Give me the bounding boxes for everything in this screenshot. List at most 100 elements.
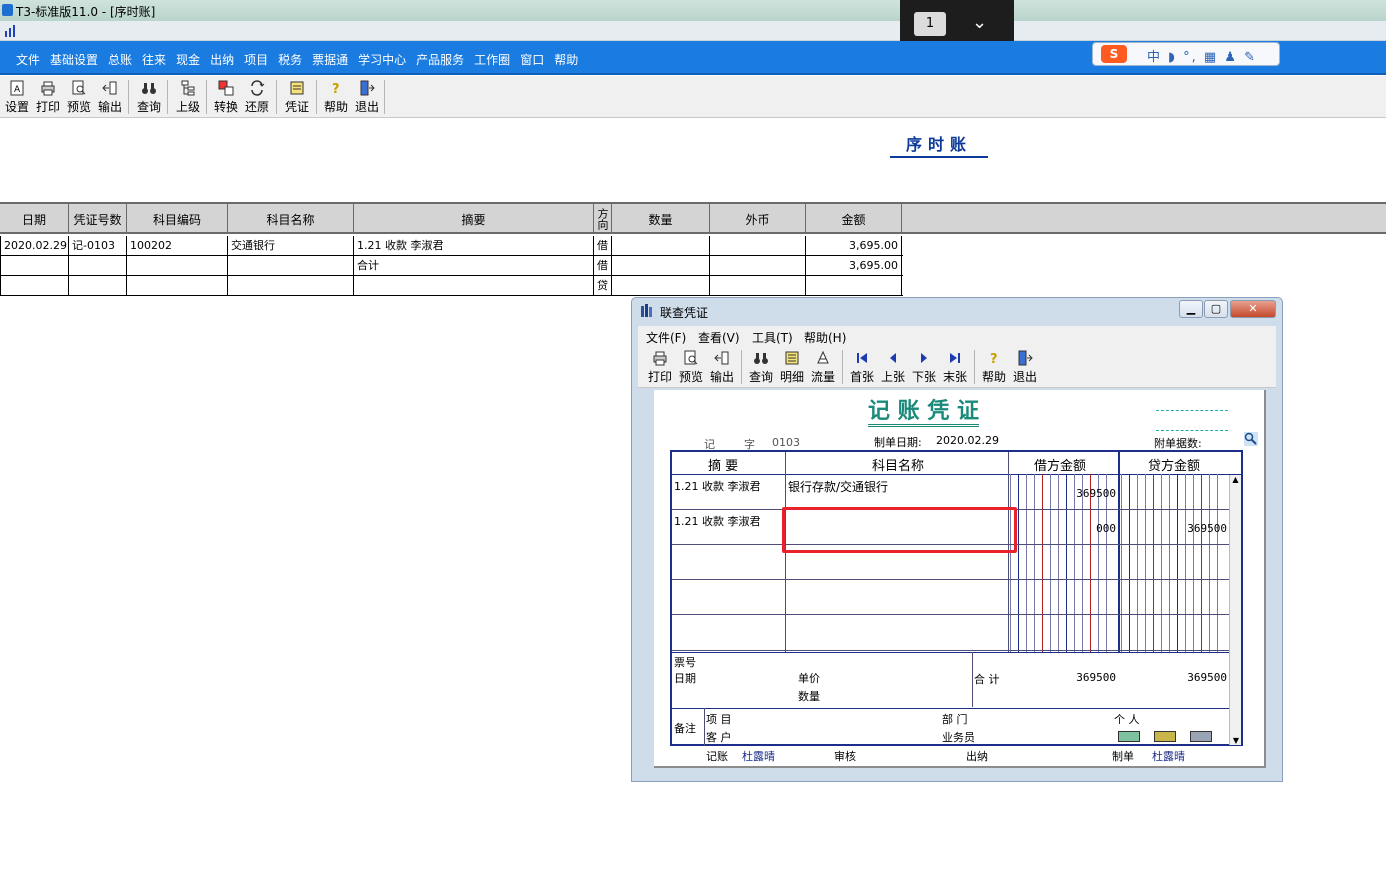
voucher-menu-item[interactable]: 查看(V) <box>698 329 740 346</box>
export-button[interactable]: 输出 <box>96 78 124 116</box>
ime-status[interactable]: 中 ◗ °, ▦ ♟ ✎ <box>1147 46 1257 65</box>
voucher-help-button[interactable]: ? 帮助 <box>980 348 1008 386</box>
id-card-icon[interactable] <box>1154 731 1176 742</box>
voucher-toolbar: 打印 预览 输出 查询 明细 流量 首张 上张 下张 末张 ? 帮助 退出 <box>638 346 1276 388</box>
convert-icon <box>218 80 234 96</box>
help-icon: ? <box>990 352 998 366</box>
page-number: 1 <box>914 12 946 36</box>
customer-label: 客 户 <box>706 731 732 744</box>
voucher-menu-item[interactable]: 文件(F) <box>646 329 686 346</box>
search-icon[interactable] <box>1244 432 1258 446</box>
voucher-print-button[interactable]: 打印 <box>646 348 674 386</box>
close-button[interactable]: ✕ <box>1230 300 1276 318</box>
ledger-cell <box>710 256 806 276</box>
print-button[interactable]: 打印 <box>34 78 62 116</box>
voucher-menu-item[interactable]: 帮助(H) <box>804 329 846 346</box>
menu-item[interactable]: 文件 <box>16 51 40 68</box>
voucher-icon <box>290 81 304 95</box>
preview-button[interactable]: 预览 <box>65 78 93 116</box>
ledger-row[interactable]: 2020.02.29 记-0103 100202 交通银行 1.21 收款 李淑君借 3,… <box>0 236 903 256</box>
sogou-icon[interactable]: S <box>1101 45 1127 63</box>
ledger-col-header[interactable]: 科目名称 <box>228 204 354 234</box>
ticket-no-label: 票号 <box>674 656 696 669</box>
ledger-col-header[interactable]: 科目编码 <box>127 204 228 234</box>
ledger-col-header[interactable]: 凭证号数 <box>69 204 127 234</box>
col-credit: 贷方金额 <box>1148 459 1201 474</box>
next-voucher-button[interactable]: 下张 <box>910 348 938 386</box>
menu-item[interactable]: 总账 <box>108 51 132 68</box>
menu-item[interactable]: 帮助 <box>554 51 578 68</box>
ledger-cell: 2020.02.29 <box>0 236 69 256</box>
ledger-cell <box>228 276 354 296</box>
voucher-window[interactable]: 联查凭证 ▁ ▢ ✕ 文件(F) 查看(V) 工具(T) 帮助(H) 打印 预览 输出… <box>631 297 1283 782</box>
ledger-row[interactable]: 合计借 3,695.00 <box>0 256 903 276</box>
menu-item[interactable]: 出纳 <box>210 51 234 68</box>
menu-item[interactable]: 往来 <box>142 51 166 68</box>
ledger-cell <box>806 276 902 296</box>
voucher-export-button[interactable]: 输出 <box>708 348 736 386</box>
tree-up-icon <box>181 80 195 96</box>
menu-item[interactable]: 税务 <box>278 51 302 68</box>
export-icon <box>102 81 117 95</box>
ledger-cell <box>612 276 710 296</box>
ledger-col-header[interactable]: 外币 <box>710 204 806 234</box>
edit-icon[interactable] <box>1190 731 1212 742</box>
ledger-cell: 贷 <box>594 276 612 296</box>
printer-icon <box>41 81 55 96</box>
voucher-scrollbar[interactable]: ▲ ▼ <box>1229 475 1241 745</box>
ledger-cell: 3,695.00 <box>806 236 902 256</box>
settings-button[interactable]: A 设置 <box>4 78 30 116</box>
menu-item[interactable]: 票据通 <box>312 51 348 68</box>
main-toolbar: A 设置 打印 预览 输出 查询 上级 转换 还原 凭证 ? 帮助 退出 <box>0 76 1386 118</box>
voucher-button[interactable]: 凭证 <box>283 78 311 116</box>
ledger-cell: 记-0103 <box>69 236 127 256</box>
voucher-query-button[interactable]: 查询 <box>747 348 775 386</box>
menu-item[interactable]: 基础设置 <box>50 51 98 68</box>
minimize-button[interactable]: ▁ <box>1179 300 1203 318</box>
help-button[interactable]: ? 帮助 <box>322 78 350 116</box>
voucher-exit-button[interactable]: 退出 <box>1011 348 1039 386</box>
last-voucher-button[interactable]: 末张 <box>941 348 969 386</box>
voucher-date: 2020.02.29 <box>936 434 999 447</box>
voucher-line-debit: 369500 <box>1076 487 1116 500</box>
ime-toolbar[interactable]: S 中 ◗ °, ▦ ♟ ✎ <box>1092 42 1280 66</box>
binoculars-icon <box>142 83 156 94</box>
voucher-detail-button[interactable]: 明细 <box>778 348 806 386</box>
dept-label: 部 门 <box>942 713 968 726</box>
app-icon <box>2 4 13 16</box>
card-icon[interactable] <box>1118 731 1140 742</box>
ledger-col-header[interactable]: 数量 <box>612 204 710 234</box>
first-voucher-button[interactable]: 首张 <box>848 348 876 386</box>
menu-item[interactable]: 现金 <box>176 51 200 68</box>
voucher-flow-button[interactable]: 流量 <box>809 348 837 386</box>
ledger-row[interactable]: 贷 <box>0 276 903 296</box>
menu-item[interactable]: 学习中心 <box>358 51 406 68</box>
up-level-button[interactable]: 上级 <box>174 78 202 116</box>
menu-item[interactable]: 产品服务 <box>416 51 464 68</box>
query-button[interactable]: 查询 <box>135 78 163 116</box>
total-credit: 369500 <box>1187 671 1227 684</box>
ledger-cell <box>710 276 806 296</box>
menu-item[interactable]: 窗口 <box>520 51 544 68</box>
ledger-col-header[interactable]: 摘要 <box>354 204 594 234</box>
ledger-cell <box>354 276 594 296</box>
ledger-col-header[interactable]: 金额 <box>806 204 902 234</box>
report-title: 序时账 <box>890 131 988 158</box>
svg-text:?: ? <box>990 352 998 366</box>
maximize-button[interactable]: ▢ <box>1204 300 1228 318</box>
menu-item[interactable]: 工作圈 <box>474 51 510 68</box>
ledger-col-header[interactable]: 日期 <box>0 204 69 234</box>
ledger-col-header[interactable]: 方向 <box>594 204 612 234</box>
restore-button[interactable]: 还原 <box>243 78 271 116</box>
ledger-cell <box>69 256 127 276</box>
date-label: 制单日期: <box>874 436 922 449</box>
convert-button[interactable]: 转换 <box>212 78 240 116</box>
total-label: 合 计 <box>974 673 1000 686</box>
prev-voucher-button[interactable]: 上张 <box>879 348 907 386</box>
voucher-menu-item[interactable]: 工具(T) <box>752 329 793 346</box>
chevron-down-icon[interactable]: ⌄ <box>972 12 987 33</box>
menu-item[interactable]: 项目 <box>244 51 268 68</box>
exit-button[interactable]: 退出 <box>353 78 381 116</box>
total-debit: 369500 <box>1076 671 1116 684</box>
voucher-preview-button[interactable]: 预览 <box>677 348 705 386</box>
